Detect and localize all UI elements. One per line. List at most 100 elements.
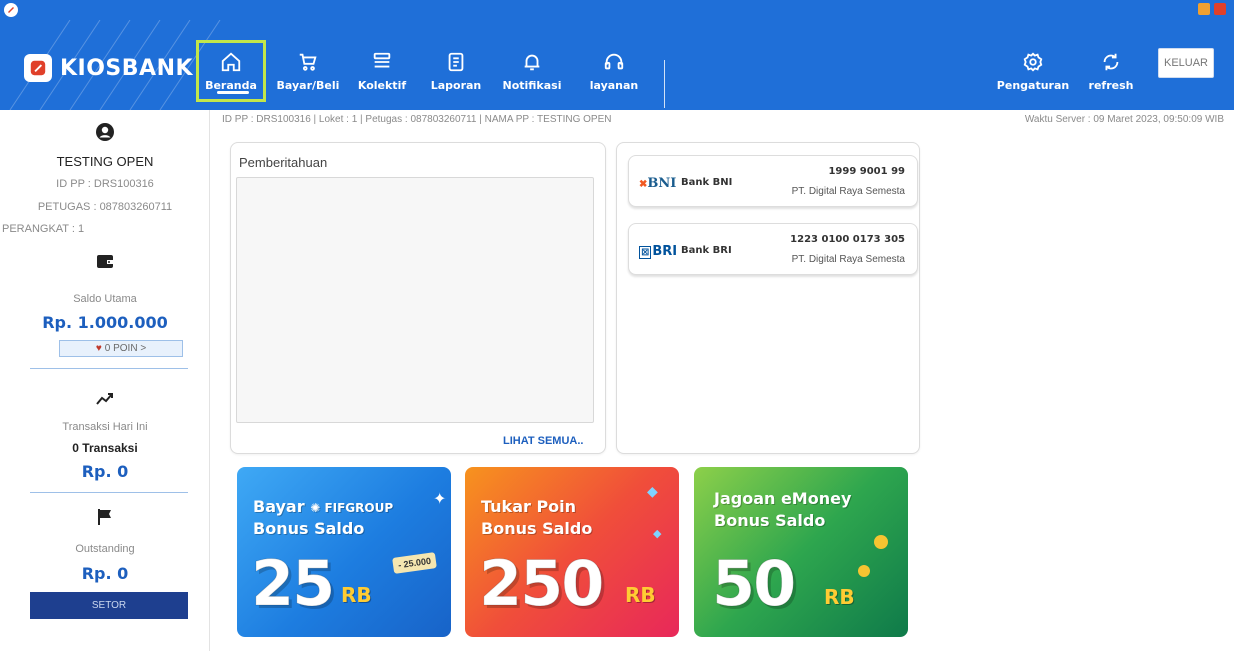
saldo-label: Saldo Utama — [73, 293, 137, 305]
heart-gem-icon: ♥ — [95, 343, 102, 354]
flag-icon — [98, 509, 111, 525]
banner-line1: Tukar Poin — [481, 497, 577, 516]
bank-name: Bank BNI — [681, 177, 733, 188]
nav-divider — [664, 60, 665, 108]
user-avatar — [0, 122, 210, 147]
cart-icon — [299, 53, 317, 71]
window-titlebar — [0, 0, 1234, 20]
headset-icon — [604, 53, 624, 69]
nav-beranda[interactable]: Beranda — [196, 40, 266, 102]
setor-button[interactable]: SETOR — [30, 592, 188, 619]
bni-logo: ✖BNI — [639, 176, 677, 191]
nav-layanan[interactable]: layanan — [586, 40, 642, 102]
sidebar: TESTING OPEN ID PP : DRS100316 PETUGAS :… — [0, 110, 210, 651]
nav-kolektif-label: Kolektif — [357, 78, 407, 92]
user-icon — [96, 123, 114, 141]
bri-logo: ⊠ BRI — [639, 244, 678, 259]
nav-notifikasi-label: Notifikasi — [502, 78, 562, 92]
outstanding-value: Rp. 0 — [81, 564, 129, 583]
sparkle-icon: ✦ — [433, 491, 447, 508]
trx-label: Transaksi Hari Ini — [62, 421, 148, 433]
kiosbank-logo: KIOSBANK — [24, 54, 193, 82]
account-number: 1999 9001 99 — [828, 166, 905, 177]
nav-laporan[interactable]: Laporan — [426, 40, 486, 102]
nav-refresh[interactable]: refresh — [1086, 40, 1136, 102]
minimize-button[interactable] — [1198, 3, 1210, 15]
refresh-icon — [1103, 53, 1119, 70]
report-icon — [448, 52, 464, 71]
wallet-icon-wrap — [0, 252, 210, 275]
bank-card-bni: ✖BNI Bank BNI 1999 9001 99 PT. Digital R… — [628, 155, 918, 207]
banner-line2: Bonus Saldo — [481, 519, 593, 538]
saldo-value: Rp. 1.000.000 — [42, 313, 168, 332]
promo-banner-fifgroup[interactable]: Bayar ✺ FIFGROUP Bonus Saldo 25 RB - 25.… — [237, 467, 451, 637]
coin-icon — [858, 565, 870, 577]
banner-line1: Jagoan eMoney — [714, 489, 852, 508]
see-all-link[interactable]: LIHAT SEMUA.. — [503, 435, 583, 447]
notice-content — [236, 177, 594, 423]
outstanding-label: Outstanding — [75, 543, 135, 555]
bank-name: Bank BRI — [681, 245, 732, 256]
petugas: PETUGAS : 087803260711 — [37, 201, 173, 213]
nav-laporan-label: Laporan — [430, 78, 482, 92]
banner-line2: Bonus Saldo — [253, 519, 365, 538]
info-bar: ID PP : DRS100316 | Loket : 1 | Petugas … — [222, 114, 612, 125]
account-owner: PT. Digital Raya Semesta — [791, 254, 905, 265]
logo-text: KIOSBANK — [60, 55, 194, 81]
bri-mark-icon: ⊠ — [639, 246, 652, 259]
nav-refresh-label: refresh — [1088, 78, 1134, 92]
poin-button[interactable]: ♥ 0 POIN > — [59, 340, 183, 357]
active-indicator — [217, 91, 249, 94]
server-time: Waktu Server : 09 Maret 2023, 09:50:09 W… — [1024, 114, 1224, 125]
nav-bayar-beli-label: Bayar/Beli — [276, 78, 340, 92]
promo-banner-emoney[interactable]: Jagoan eMoney Bonus Saldo 50 RB — [694, 467, 908, 637]
app-icon — [4, 3, 18, 17]
divider — [30, 368, 188, 369]
banner-big-number: 25 — [250, 547, 335, 621]
banner-unit: RB — [625, 583, 656, 607]
close-window-button[interactable] — [1214, 3, 1226, 15]
account-owner: PT. Digital Raya Semesta — [791, 186, 905, 197]
notice-title: Pemberitahuan — [239, 155, 328, 170]
notice-panel: Pemberitahuan LIHAT SEMUA.. — [230, 142, 606, 454]
wallet-icon — [97, 255, 113, 268]
nav-pengaturan-label: Pengaturan — [996, 78, 1070, 92]
coin-icon — [874, 535, 888, 549]
logout-button[interactable]: KELUAR — [1158, 48, 1214, 78]
nav-bayar-beli[interactable]: Bayar/Beli — [276, 40, 340, 102]
id-pp: ID PP : DRS100316 — [56, 178, 154, 190]
promo-banner-tukar-poin[interactable]: Tukar Poin Bonus Saldo 250 RB ◆ ◆ — [465, 467, 679, 637]
nav-kolektif[interactable]: Kolektif — [352, 40, 412, 102]
top-header: KIOSBANK Beranda Bayar/Beli Kolektif Lap… — [0, 20, 1234, 110]
poin-label: 0 POIN > — [104, 343, 147, 354]
flag-icon-wrap — [0, 508, 210, 531]
diamond-icon: ◆ — [647, 483, 658, 499]
trend-icon — [96, 393, 113, 405]
nav-notifikasi[interactable]: Notifikasi — [502, 40, 562, 102]
banner-unit: RB — [824, 585, 855, 609]
banknote-tag: - 25.000 — [392, 552, 437, 574]
user-name: TESTING OPEN — [56, 154, 154, 169]
nav-layanan-label: layanan — [589, 78, 639, 92]
list-icon — [373, 52, 391, 67]
perangkat: PERANGKAT : 1 — [2, 223, 85, 235]
banner-big-number: 250 — [478, 547, 604, 621]
bank-card-bri: ⊠ BRI Bank BRI 1223 0100 0173 305 PT. Dig… — [628, 223, 918, 275]
trx-count: 0 Transaksi — [72, 441, 138, 455]
divider — [30, 492, 188, 493]
account-number: 1223 0100 0173 305 — [790, 234, 905, 245]
nav-beranda-label: Beranda — [205, 78, 257, 92]
banner-line1: Bayar ✺ FIFGROUP — [253, 497, 394, 516]
logo-icon — [24, 54, 52, 82]
diamond-icon: ◆ — [653, 528, 662, 540]
trend-icon-wrap — [0, 392, 210, 411]
nav-pengaturan[interactable]: Pengaturan — [996, 40, 1070, 102]
fifgroup-logo: ✺ FIFGROUP — [310, 501, 394, 515]
gear-icon — [1023, 51, 1043, 72]
home-icon — [221, 52, 241, 71]
banner-big-number: 50 — [711, 547, 796, 621]
banner-line2: Bonus Saldo — [714, 511, 826, 530]
banner-unit: RB — [341, 583, 372, 607]
bell-icon — [524, 54, 540, 70]
trx-value: Rp. 0 — [81, 462, 129, 481]
